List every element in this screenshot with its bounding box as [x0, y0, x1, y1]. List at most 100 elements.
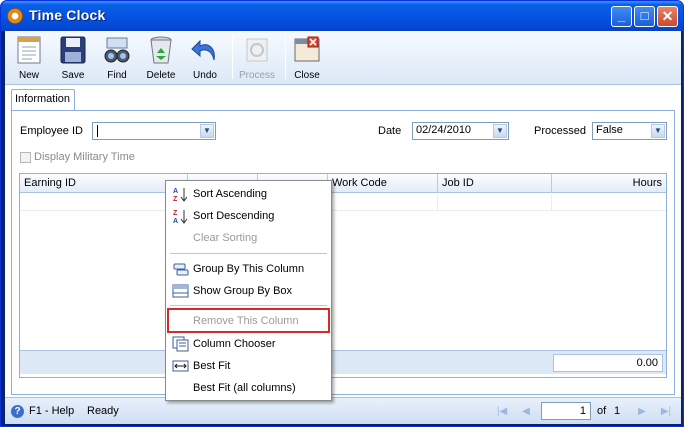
window-title: Time Clock	[29, 7, 106, 23]
next-page-icon[interactable]: ▶	[635, 405, 649, 418]
new-button[interactable]: New	[7, 33, 51, 83]
menu-item-label: Column Chooser	[193, 338, 276, 350]
menu-item-show-group-by-box[interactable]: Show Group By Box	[168, 280, 329, 302]
date-label: Date	[378, 125, 402, 137]
table-cell[interactable]	[328, 194, 438, 211]
time-entry-grid: Earning ID Work Code Job ID Hours 0.00	[19, 173, 667, 378]
app-icon	[7, 8, 23, 24]
svg-text:Z: Z	[173, 196, 178, 202]
svg-text:Z: Z	[173, 210, 178, 217]
first-page-icon[interactable]: |◀	[495, 405, 509, 418]
menu-item-clear-sorting[interactable]: Clear Sorting	[168, 227, 329, 249]
processed-value: False	[596, 124, 623, 136]
table-row[interactable]	[20, 194, 666, 211]
undo-button[interactable]: Undo	[183, 33, 227, 83]
hours-total: 0.00	[553, 354, 663, 372]
close-form-icon	[294, 36, 320, 62]
close-label: Close	[294, 70, 320, 81]
processed-label: Processed	[534, 125, 586, 137]
grid-footer: 0.00	[20, 350, 666, 374]
column-header-job-id[interactable]: Job ID	[438, 174, 552, 193]
maximize-button[interactable]: □	[634, 6, 655, 27]
process-label: Process	[238, 70, 276, 81]
tab-information[interactable]: Information	[11, 89, 75, 110]
menu-item-best-fit-all[interactable]: Best Fit (all columns)	[168, 377, 329, 399]
status-text: Ready	[87, 405, 119, 417]
page-number-input[interactable]: 1	[541, 402, 591, 420]
undo-arrow-icon	[191, 39, 215, 61]
save-disk-icon	[60, 36, 86, 64]
sort-ascending-icon: A Z	[173, 188, 188, 202]
page-total: 1	[614, 405, 621, 417]
table-cell[interactable]	[20, 194, 188, 211]
processed-combo[interactable]: False ▼	[592, 122, 667, 140]
process-button[interactable]: Process	[235, 33, 279, 83]
save-label: Save	[61, 70, 85, 81]
highlight-box	[167, 308, 330, 333]
table-cell[interactable]	[438, 194, 552, 211]
close-button[interactable]: Close	[285, 33, 329, 83]
menu-item-label: Group By This Column	[193, 263, 305, 275]
menu-item-group-by-column[interactable]: Group By This Column	[168, 258, 329, 280]
employee-id-label: Employee ID	[20, 125, 83, 137]
menu-item-label: Best Fit (all columns)	[193, 382, 296, 394]
new-document-icon	[17, 36, 41, 64]
process-gear-icon	[246, 38, 268, 62]
menu-separator	[170, 305, 327, 306]
save-button[interactable]: Save	[51, 33, 95, 83]
help-icon[interactable]: ?	[11, 405, 24, 418]
employee-id-combo[interactable]: ▼	[92, 122, 216, 140]
toolbar: New Save Find Delete Undo Process Close	[5, 31, 681, 85]
window-client-area: New Save Find Delete Undo Process Close …	[5, 31, 681, 424]
column-chooser-icon	[172, 336, 189, 352]
svg-text:A: A	[173, 188, 178, 195]
menu-separator	[170, 253, 327, 254]
chevron-down-icon[interactable]: ▼	[493, 124, 507, 138]
date-value: 02/24/2010	[416, 124, 472, 136]
group-by-box-icon	[172, 284, 189, 298]
menu-item-label: Sort Ascending	[193, 188, 267, 200]
time-clock-window: Time Clock _ □ ✕ New Save Find Delete Un…	[0, 0, 684, 427]
menu-item-sort-descending[interactable]: Z A Sort Descending	[168, 205, 329, 227]
find-button[interactable]: Find	[95, 33, 139, 83]
previous-page-icon[interactable]: ◀	[519, 405, 533, 418]
chevron-down-icon[interactable]: ▼	[651, 124, 665, 138]
menu-item-label: Sort Descending	[193, 210, 275, 222]
status-bar: ? F1 - Help Ready |◀ ◀ 1 of 1 ▶ ▶|	[5, 397, 681, 424]
last-page-icon[interactable]: ▶|	[659, 405, 673, 418]
help-hint: F1 - Help	[29, 405, 75, 417]
best-fit-icon	[172, 360, 189, 372]
military-time-checkbox[interactable]	[20, 152, 31, 163]
menu-item-label: Clear Sorting	[193, 232, 258, 244]
text-caret	[97, 125, 98, 137]
svg-text:A: A	[173, 218, 178, 224]
menu-item-column-chooser[interactable]: Column Chooser	[168, 333, 329, 355]
column-header-hours[interactable]: Hours	[552, 174, 666, 193]
toolbar-separator	[232, 35, 233, 79]
column-header-work-code[interactable]: Work Code	[328, 174, 438, 193]
title-bar[interactable]: Time Clock _ □ ✕	[1, 1, 683, 31]
military-time-label: Display Military Time	[34, 151, 135, 163]
undo-label: Undo	[193, 70, 217, 81]
binoculars-icon	[104, 37, 130, 63]
tab-strip: Information	[11, 89, 675, 111]
date-picker[interactable]: 02/24/2010 ▼	[412, 122, 509, 140]
page-of-label: of	[597, 405, 607, 417]
column-context-menu: A Z Sort Ascending Z A Sort Descending C…	[165, 180, 332, 401]
menu-item-best-fit[interactable]: Best Fit	[168, 355, 329, 377]
group-by-column-icon	[173, 263, 189, 276]
recycle-bin-icon	[150, 36, 172, 64]
chevron-down-icon[interactable]: ▼	[200, 124, 214, 138]
menu-item-sort-ascending[interactable]: A Z Sort Ascending	[168, 183, 329, 205]
menu-item-label: Show Group By Box	[193, 285, 293, 297]
close-window-button[interactable]: ✕	[657, 6, 678, 27]
menu-item-label: Best Fit	[193, 360, 231, 372]
column-header-earning-id[interactable]: Earning ID	[20, 174, 188, 193]
delete-button[interactable]: Delete	[139, 33, 183, 83]
grid-header: Earning ID Work Code Job ID Hours	[20, 174, 666, 193]
new-label: New	[18, 70, 39, 81]
minimize-button[interactable]: _	[611, 6, 632, 27]
find-label: Find	[107, 70, 127, 81]
sort-descending-icon: Z A	[173, 210, 188, 224]
delete-label: Delete	[146, 70, 176, 81]
